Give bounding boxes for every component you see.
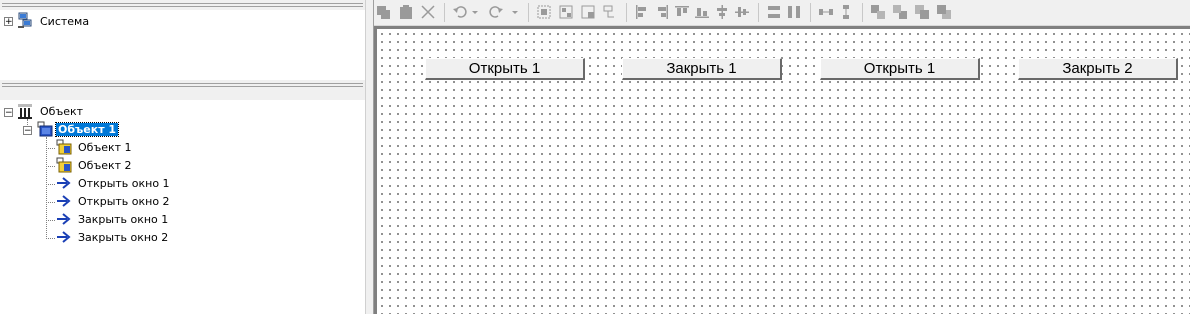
- tree-node-close-window-1[interactable]: Закрыть окно 1: [76, 211, 170, 228]
- align-left-icon[interactable]: [634, 4, 650, 20]
- arrow-script-icon: [57, 213, 71, 225]
- tree-node-open-window-1[interactable]: Открыть окно 1: [76, 175, 172, 192]
- tree-node-object-1[interactable]: Объект 1: [76, 139, 134, 156]
- copy-icon[interactable]: [376, 4, 392, 20]
- object-folder-icon: [37, 121, 53, 137]
- tree-node-close-window-2[interactable]: Закрыть окно 2: [76, 229, 170, 246]
- align-right-icon[interactable]: [654, 4, 670, 20]
- bring-forward-icon[interactable]: [914, 4, 930, 20]
- design-canvas[interactable]: Открыть 1 Закрыть 1 Открыть 1 Закрыть 2: [377, 29, 1190, 314]
- tree-node-open-window-2[interactable]: Открыть окно 2: [76, 193, 172, 210]
- object-icon: [56, 157, 72, 173]
- hierarchy-icon[interactable]: [602, 4, 618, 20]
- arrow-script-icon: [57, 177, 71, 189]
- collapse-minus-icon[interactable]: −: [4, 108, 13, 118]
- collapse-minus-icon[interactable]: −: [23, 126, 32, 136]
- tree-connector: [46, 184, 55, 185]
- tree-node-label: Объект 1: [78, 141, 132, 154]
- tree-connector: [46, 166, 55, 167]
- align-center-vertical-icon[interactable]: [734, 4, 750, 20]
- tree-connector: [46, 220, 55, 221]
- paste-icon[interactable]: [398, 4, 414, 20]
- form-button-close-2[interactable]: Закрыть 2: [1018, 58, 1178, 80]
- form-button-open-1-copy[interactable]: Открыть 1: [820, 58, 980, 80]
- design-canvas-frame: Открыть 1 Закрыть 1 Открыть 1 Закрыть 2: [374, 26, 1190, 314]
- tree-node-label: Система: [40, 15, 90, 28]
- form-button-open-1[interactable]: Открыть 1: [425, 58, 585, 80]
- frame-icon[interactable]: [580, 4, 596, 20]
- tree-node-object-1-selected[interactable]: Объект 1: [54, 121, 120, 138]
- tree-node-label: Открыть окно 2: [78, 195, 170, 208]
- tree-node-label: Объект 2: [78, 159, 132, 172]
- tree-node-system[interactable]: Система: [38, 13, 91, 30]
- align-center-horizontal-icon[interactable]: [714, 4, 730, 20]
- bring-to-front-icon[interactable]: [870, 4, 886, 20]
- group-icon[interactable]: [536, 4, 552, 20]
- tree-connector: [46, 148, 55, 149]
- same-width-icon[interactable]: [766, 4, 782, 20]
- tree-node-label: Закрыть окно 2: [78, 231, 169, 244]
- tree-node-object-root[interactable]: Объект: [38, 103, 85, 120]
- space-horizontal-icon[interactable]: [818, 4, 834, 20]
- undo-icon[interactable]: [452, 4, 468, 20]
- computer-network-icon: [18, 12, 32, 28]
- cut-icon[interactable]: [420, 4, 436, 20]
- panel-grip-top[interactable]: [0, 0, 365, 10]
- chevron-down-icon[interactable]: [470, 4, 480, 20]
- align-top-icon[interactable]: [674, 4, 690, 20]
- tree-node-label: Объект: [40, 105, 84, 118]
- tree-node-object-2[interactable]: Объект 2: [76, 157, 134, 174]
- tree-connector: [46, 238, 55, 239]
- object-icon: [56, 139, 72, 155]
- send-backward-icon[interactable]: [936, 4, 952, 20]
- arrow-script-icon: [57, 231, 71, 243]
- toolbar: [374, 0, 1190, 26]
- tree-connector: [46, 202, 55, 203]
- expand-plus-icon[interactable]: +: [4, 17, 13, 27]
- tree-node-label: Объект 1: [54, 122, 120, 137]
- vertical-splitter[interactable]: [365, 0, 374, 314]
- form-button-close-1[interactable]: Закрыть 1: [622, 58, 782, 80]
- space-vertical-icon[interactable]: [838, 4, 854, 20]
- tree-node-label: Закрыть окно 1: [78, 213, 169, 226]
- tree-node-label: Открыть окно 1: [78, 177, 170, 190]
- tree-connector: [46, 137, 47, 239]
- left-panel: + Система − Объект − Объект 1 Объект 1 О…: [0, 0, 365, 314]
- object-root-icon: [18, 104, 32, 119]
- ungroup-icon[interactable]: [558, 4, 574, 20]
- chevron-down-icon[interactable]: [510, 4, 520, 20]
- redo-icon[interactable]: [488, 4, 504, 20]
- send-to-back-icon[interactable]: [892, 4, 908, 20]
- align-bottom-icon[interactable]: [694, 4, 710, 20]
- same-height-icon[interactable]: [786, 4, 802, 20]
- panel-grip-middle[interactable]: [0, 80, 365, 100]
- arrow-script-icon: [57, 195, 71, 207]
